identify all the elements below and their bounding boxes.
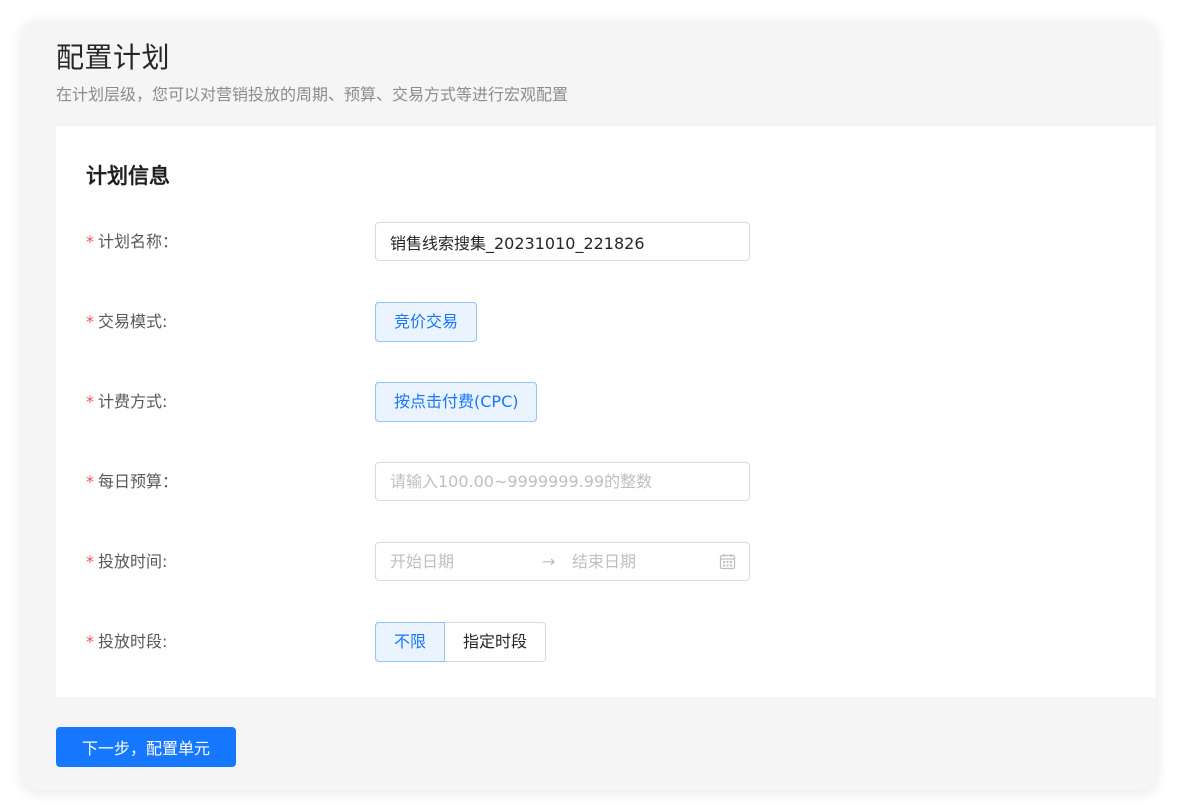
daily-budget-row: * 每日预算： [56, 462, 1156, 502]
plan-name-row: * 计划名称： [56, 222, 1156, 262]
billing-option-cpc[interactable]: 按点击付费(CPC) [375, 382, 538, 422]
schedule-row: * 投放时间: 开始日期 → 结束日期 [56, 542, 1156, 582]
trade-mode-label: * 交易模式: [86, 302, 167, 342]
end-date-input[interactable]: 结束日期 [572, 543, 636, 580]
trade-mode-label-text: 交易模式: [98, 312, 168, 331]
trade-mode-row: * 交易模式: 竞价交易 [56, 302, 1156, 342]
time-slot-segmented: 不限 指定时段 [375, 622, 547, 662]
required-mark: * [86, 552, 94, 571]
trade-mode-option-bidding[interactable]: 竞价交易 [375, 302, 478, 342]
schedule-label-text: 投放时间: [98, 552, 168, 571]
calendar-icon[interactable] [719, 553, 736, 570]
time-slot-option-specified[interactable]: 指定时段 [445, 622, 547, 662]
start-date-input[interactable]: 开始日期 [390, 543, 454, 580]
plan-name-label-text: 计划名称： [98, 232, 179, 251]
required-mark: * [86, 232, 94, 251]
billing-label-text: 计费方式: [98, 392, 168, 411]
time-slot-label-text: 投放时段: [98, 632, 168, 651]
billing-row: * 计费方式: 按点击付费(CPC) [56, 382, 1156, 422]
plan-info-panel: 计划信息 *计划名称： *交易模式: 竞价交易 *计费方式: [56, 126, 1156, 697]
daily-budget-label-text: 每日预算： [98, 472, 179, 491]
time-slot-row: * 投放时段: 不限 指定时段 [56, 622, 1156, 662]
required-mark: * [86, 312, 94, 331]
page-title: 配置计划 [56, 41, 171, 74]
time-slot-label: * 投放时段: [86, 622, 167, 662]
section-title: 计划信息 [86, 164, 170, 188]
schedule-label: * 投放时间: [86, 542, 167, 582]
required-mark: * [86, 392, 94, 411]
billing-label: * 计费方式: [86, 382, 167, 422]
next-step-button[interactable]: 下一步，配置单元 [56, 727, 236, 767]
required-mark: * [86, 472, 94, 491]
date-range-picker[interactable]: 开始日期 → 结束日期 [375, 542, 750, 581]
plan-name-input[interactable] [375, 222, 750, 261]
config-card: 配置计划 在计划层级，您可以对营销投放的周期、预算、交易方式等进行宏观配置 计划… [22, 22, 1156, 790]
daily-budget-input[interactable] [375, 462, 750, 501]
plan-name-label: * 计划名称： [86, 222, 178, 262]
arrow-right-icon: → [542, 552, 556, 571]
daily-budget-label: * 每日预算： [86, 462, 178, 502]
required-mark: * [86, 632, 94, 651]
time-slot-option-unlimited[interactable]: 不限 [375, 622, 446, 662]
page-subtitle: 在计划层级，您可以对营销投放的周期、预算、交易方式等进行宏观配置 [56, 85, 569, 104]
